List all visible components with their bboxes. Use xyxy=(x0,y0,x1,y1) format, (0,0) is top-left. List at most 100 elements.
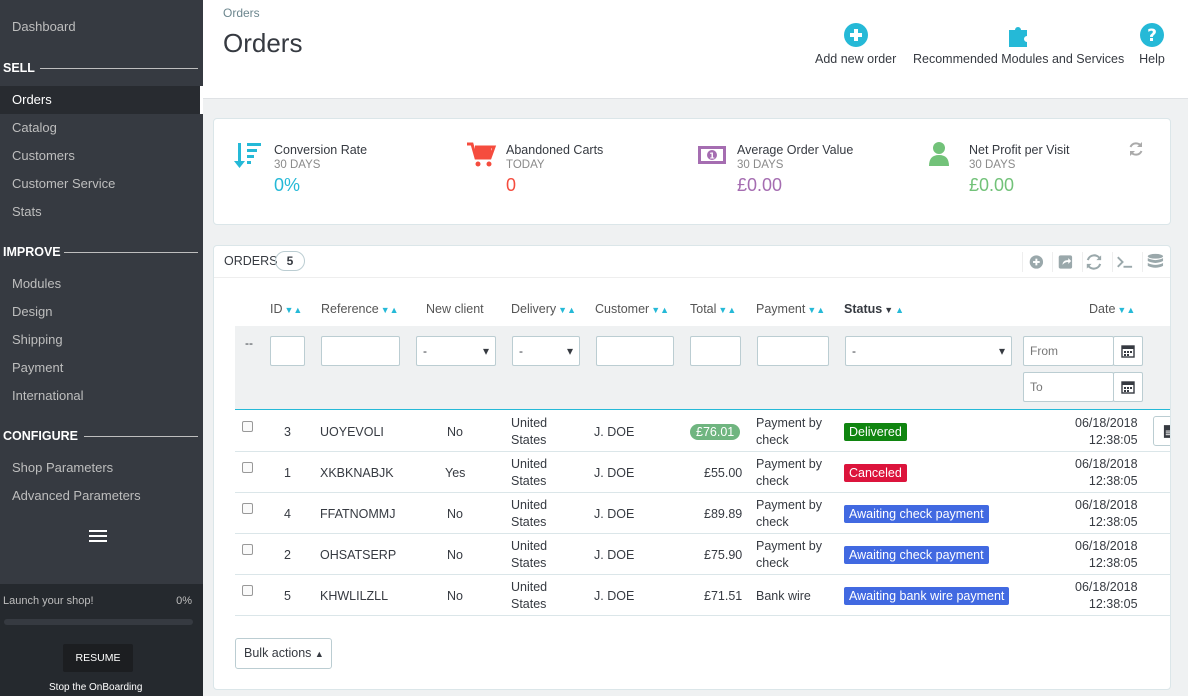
row-checkbox[interactable] xyxy=(242,421,253,432)
refresh-list-icon[interactable] xyxy=(1082,252,1104,272)
recommended-modules-button[interactable]: Recommended Modules and Services xyxy=(913,22,1124,66)
row-checkbox[interactable] xyxy=(242,462,253,473)
invoice-pdf-button[interactable] xyxy=(1153,416,1170,446)
order-total: £71.51 xyxy=(704,588,743,603)
kpi-row: Conversion Rate 30 DAYS 0% Abandoned Car… xyxy=(213,118,1171,225)
filter-new-client-select[interactable]: - xyxy=(416,336,496,366)
add-icon[interactable] xyxy=(1022,252,1044,272)
filter-payment-input[interactable] xyxy=(757,336,829,366)
page-title: Orders xyxy=(223,28,303,58)
menu-collapse-icon[interactable] xyxy=(89,530,107,545)
order-customer: J. DOE xyxy=(594,588,635,603)
sidebar-item-shop-parameters[interactable]: Shop Parameters xyxy=(0,454,203,482)
filter-customer-input[interactable] xyxy=(596,336,674,366)
filter-delivery-select[interactable]: - xyxy=(512,336,580,366)
sidebar-item-orders[interactable]: Orders xyxy=(0,86,203,114)
sidebar-section-configure: CONFIGURE xyxy=(3,429,78,443)
onboarding-percent: 0% xyxy=(176,595,192,607)
order-id: 2 xyxy=(284,547,291,562)
sidebar-item-dashboard[interactable]: Dashboard xyxy=(0,13,203,41)
sidebar-item-advanced-parameters[interactable]: Advanced Parameters xyxy=(0,482,203,510)
date-to-calendar-button[interactable] xyxy=(1113,372,1143,402)
order-id: 1 xyxy=(284,465,291,480)
row-checkbox[interactable] xyxy=(242,503,253,514)
row-checkbox[interactable] xyxy=(242,544,253,555)
kpi-value: £0.00 xyxy=(737,175,783,195)
kpi-value: £0.00 xyxy=(969,175,1015,195)
table-row[interactable]: 3 UOYEVOLI No United States J. DOE £76.01… xyxy=(235,411,1170,452)
filter-date-to-input[interactable]: To xyxy=(1023,372,1114,402)
table-row[interactable]: 1 XKBKNABJK Yes United States J. DOE £55.… xyxy=(235,452,1170,493)
column-total[interactable]: Total ▼▲ xyxy=(690,302,736,316)
resume-button[interactable]: RESUME xyxy=(63,644,133,672)
kpi-title: Average Order Value xyxy=(737,143,854,157)
onboarding-progress-bar xyxy=(4,619,193,625)
filter-status-select[interactable]: - xyxy=(845,336,1012,366)
filter-date-from-input[interactable]: From xyxy=(1023,336,1114,366)
sidebar-item-catalog[interactable]: Catalog xyxy=(0,114,203,142)
filter-reference-input[interactable] xyxy=(321,336,400,366)
table-row[interactable]: 5 KHWLILZLL No United States J. DOE £71.5… xyxy=(235,575,1170,616)
help-icon: ? xyxy=(1140,23,1164,47)
database-icon[interactable] xyxy=(1142,252,1164,272)
status-badge: Awaiting bank wire payment xyxy=(844,586,1010,605)
filter-row: -- - - - From To xyxy=(235,326,1170,410)
table-row[interactable]: 4 FFATNOMMJ No United States J. DOE £89.8… xyxy=(235,493,1170,534)
order-new-client: No xyxy=(447,547,463,562)
stop-onboarding-link[interactable]: Stop the OnBoarding xyxy=(49,682,142,693)
sql-query-icon[interactable] xyxy=(1112,252,1134,272)
filter-total-input[interactable] xyxy=(690,336,741,366)
order-date: 06/18/2018 12:38:05 xyxy=(1075,456,1138,488)
order-total: £76.01 xyxy=(690,411,741,452)
column-delivery[interactable]: Delivery ▼▲ xyxy=(511,302,576,316)
sidebar-item-international[interactable]: International xyxy=(0,382,203,410)
sidebar-item-customer-service[interactable]: Customer Service xyxy=(0,170,203,198)
order-new-client: No xyxy=(447,506,463,521)
table-row[interactable]: 2 OHSATSERP No United States J. DOE £75.9… xyxy=(235,534,1170,575)
sidebar-item-stats[interactable]: Stats xyxy=(0,198,203,226)
help-button[interactable]: ? Help xyxy=(1139,22,1165,66)
column-status[interactable]: Status ▼ ▲ xyxy=(844,302,904,316)
refresh-icon[interactable] xyxy=(1128,141,1144,157)
order-reference: XKBKNABJK xyxy=(320,465,394,480)
user-icon xyxy=(929,142,949,166)
add-new-order-label: Add new order xyxy=(815,52,897,66)
order-payment: Payment by check xyxy=(756,497,823,529)
order-total: £55.00 xyxy=(704,465,743,480)
order-payment: Bank wire xyxy=(756,588,811,603)
order-payment: Payment by check xyxy=(756,415,823,447)
add-new-order-button[interactable]: Add new order xyxy=(815,22,896,66)
help-label: Help xyxy=(1139,52,1165,66)
order-delivery: United States xyxy=(511,415,548,447)
sidebar-item-payment[interactable]: Payment xyxy=(0,354,203,382)
filter-reset[interactable]: -- xyxy=(245,336,253,350)
bulk-actions-button[interactable]: Bulk actions ▲ xyxy=(235,638,332,669)
column-customer[interactable]: Customer ▼▲ xyxy=(595,302,669,316)
column-reference[interactable]: Reference ▼▲ xyxy=(321,302,399,316)
order-delivery: United States xyxy=(511,538,548,570)
date-from-calendar-button[interactable] xyxy=(1113,336,1143,366)
export-icon[interactable] xyxy=(1052,252,1074,272)
breadcrumb[interactable]: Orders xyxy=(223,6,260,20)
sidebar-item-modules[interactable]: Modules xyxy=(0,270,203,298)
column-payment[interactable]: Payment ▼▲ xyxy=(756,302,825,316)
kpi-value: 0% xyxy=(274,175,301,195)
order-status: Delivered xyxy=(844,411,907,452)
order-total: £75.90 xyxy=(704,547,743,562)
calendar-icon xyxy=(1121,381,1135,394)
calendar-icon xyxy=(1121,345,1135,358)
order-customer: J. DOE xyxy=(594,506,635,521)
column-date[interactable]: Date ▼▲ xyxy=(1089,302,1135,316)
sidebar-item-customers[interactable]: Customers xyxy=(0,142,203,170)
caret-up-icon: ▲ xyxy=(314,649,324,659)
sidebar-item-shipping[interactable]: Shipping xyxy=(0,326,203,354)
sidebar-item-design[interactable]: Design xyxy=(0,298,203,326)
order-delivery: United States xyxy=(511,497,548,529)
filter-id-input[interactable] xyxy=(270,336,305,366)
status-badge: Awaiting check payment xyxy=(844,504,989,523)
row-checkbox[interactable] xyxy=(242,585,253,596)
order-id: 3 xyxy=(284,424,291,439)
column-id[interactable]: ID ▼▲ xyxy=(270,302,302,316)
sidebar-divider xyxy=(40,68,198,69)
sidebar-divider xyxy=(64,252,198,253)
